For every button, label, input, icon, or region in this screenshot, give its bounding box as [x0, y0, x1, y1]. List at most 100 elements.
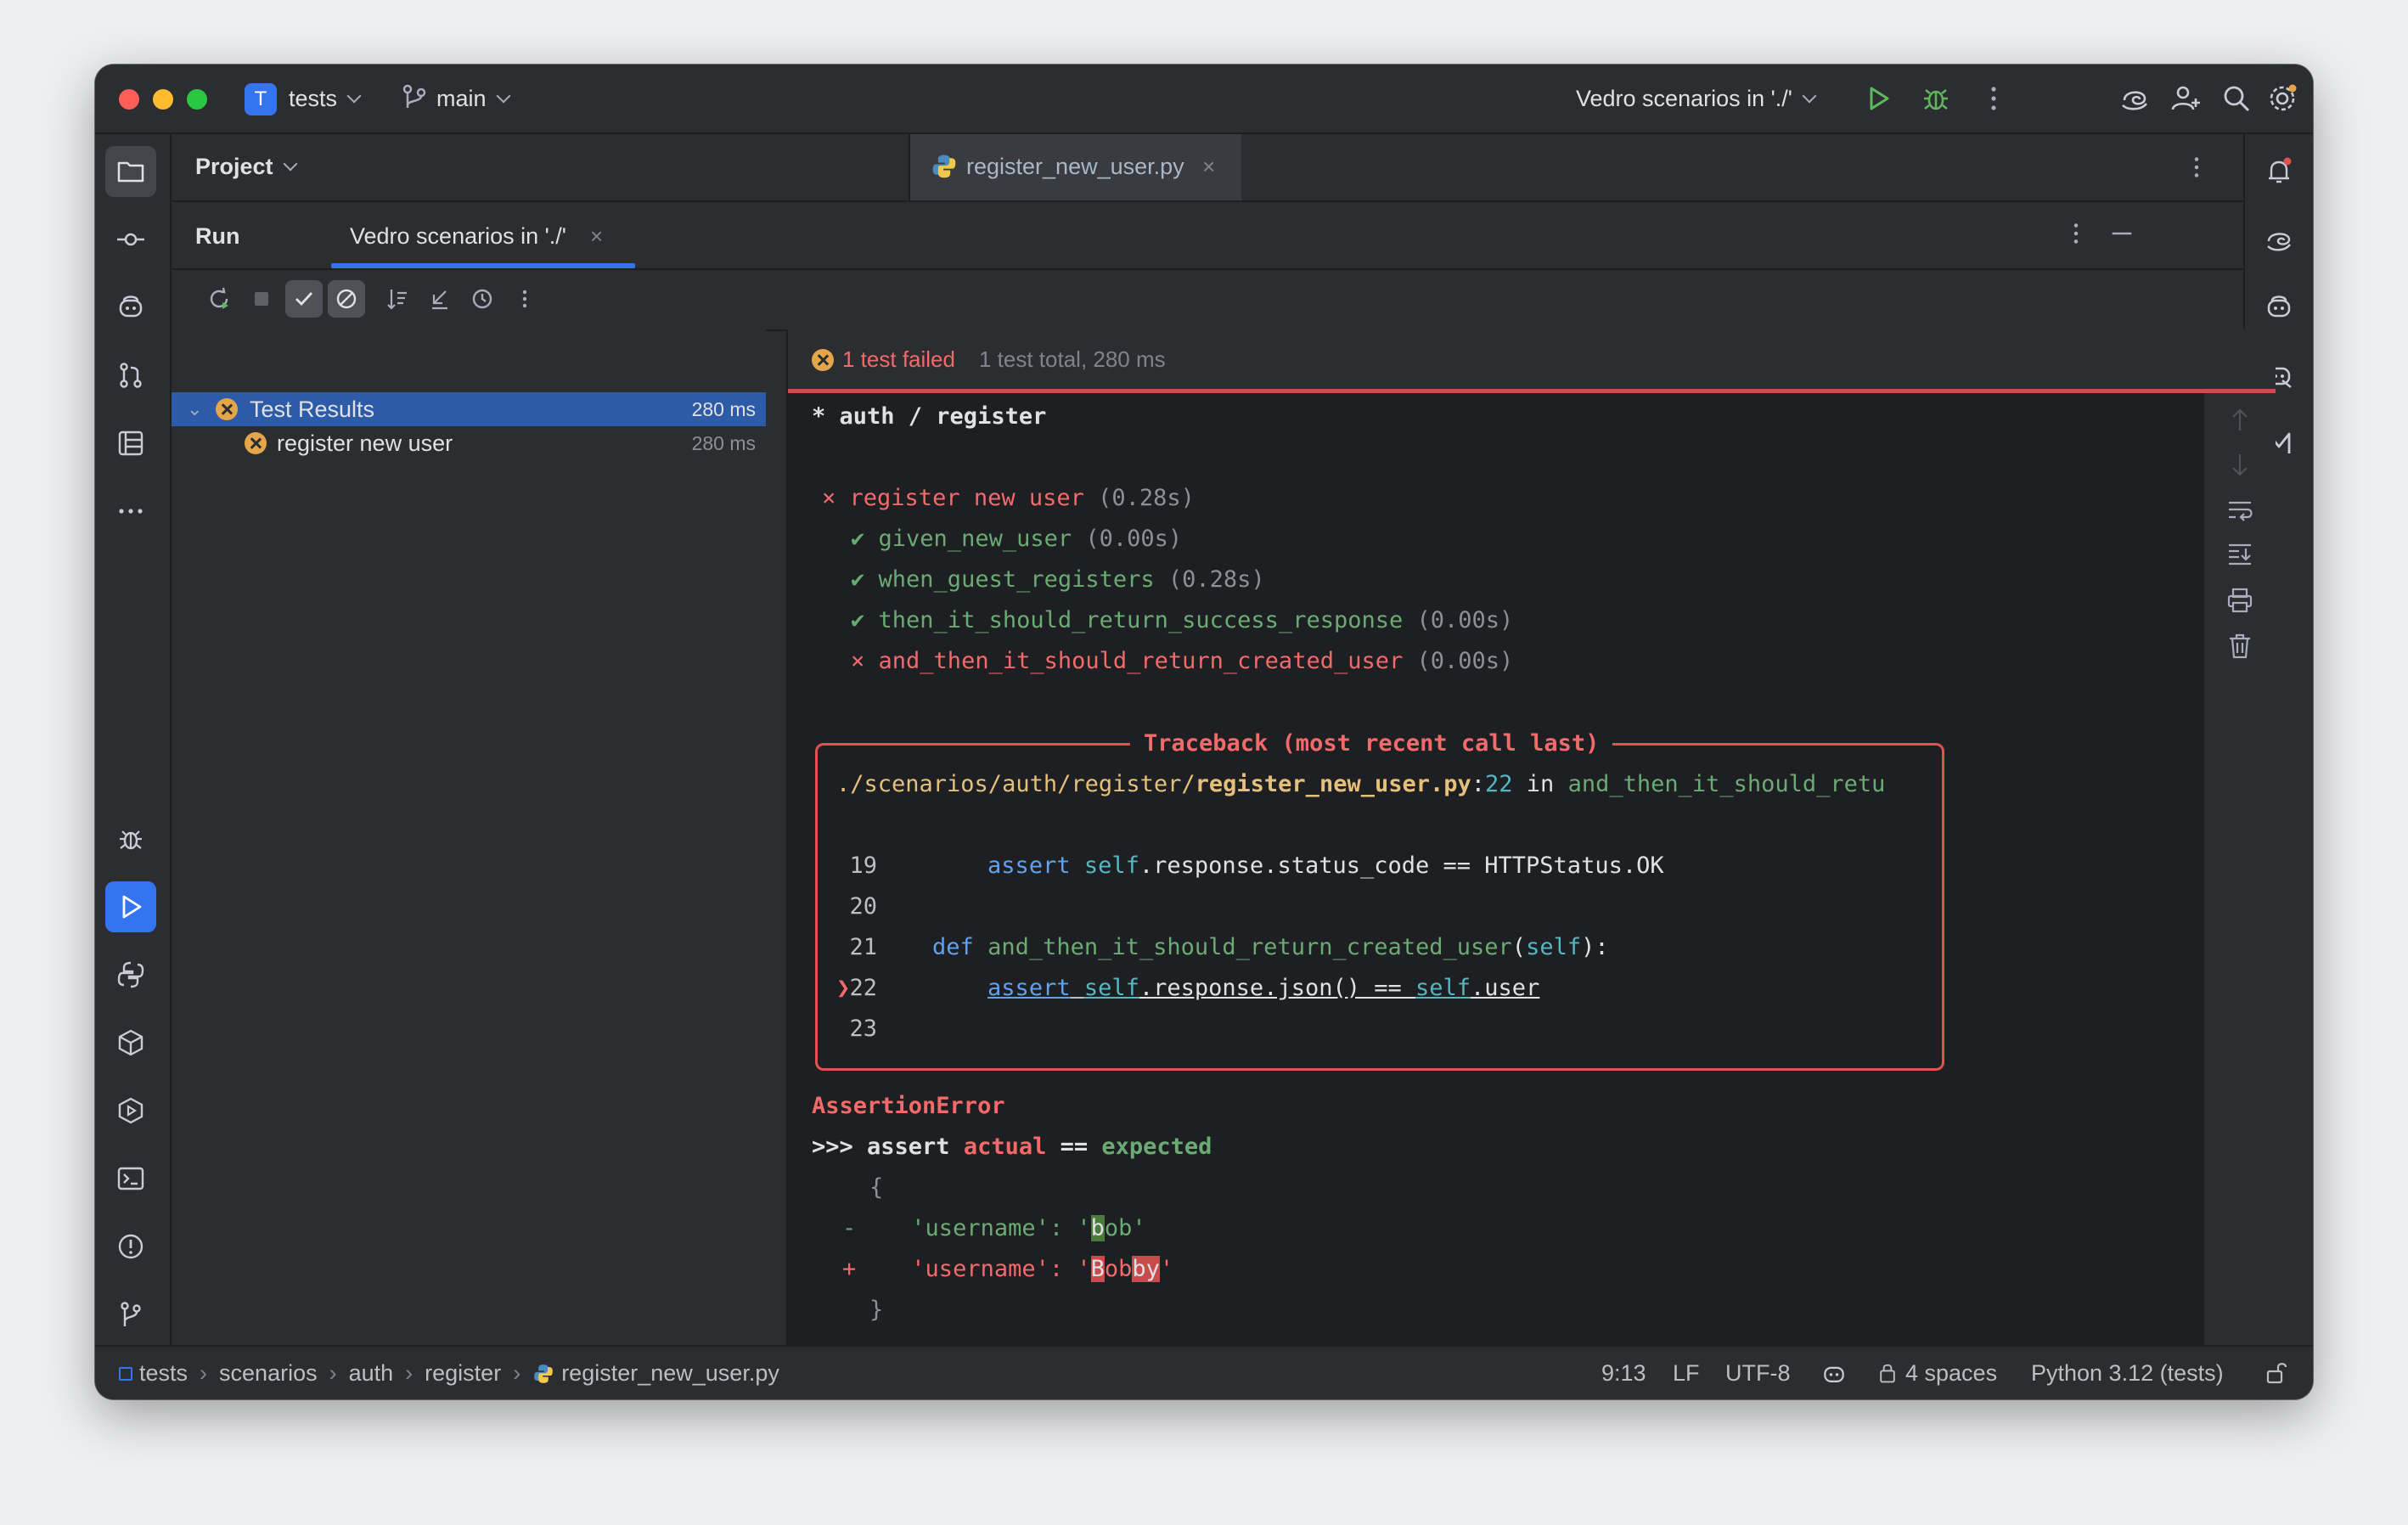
ide-window: T tests main Vedro scenarios in './' Pro…: [95, 65, 2313, 1399]
python-console-tool-button[interactable]: [105, 949, 156, 1000]
minimize-window-button[interactable]: [153, 89, 173, 110]
chevron-down-icon: [1802, 88, 1817, 104]
project-panel-title[interactable]: Project: [195, 149, 298, 183]
pull-requests-tool-button[interactable]: [105, 350, 156, 401]
tree-item-register-new-user[interactable]: register new user 280 ms: [172, 426, 766, 460]
commit-tool-button[interactable]: [105, 214, 156, 265]
terminal-tool-button[interactable]: [105, 1153, 156, 1204]
python-interpreter[interactable]: Python 3.12 (tests): [2031, 1355, 2224, 1391]
notifications-button[interactable]: [2253, 146, 2304, 197]
copilot-status-icon[interactable]: [1820, 1360, 1848, 1387]
problems-tool-button[interactable]: [105, 1221, 156, 1272]
unlock-icon[interactable]: [2264, 1360, 2289, 1386]
run-config-selector[interactable]: Vedro scenarios in './': [1576, 82, 1817, 115]
python-packages-tool-button[interactable]: [105, 1017, 156, 1068]
debug-icon[interactable]: [1919, 82, 1953, 115]
ai-chat-icon: [2267, 233, 2291, 251]
run-tool-button[interactable]: [105, 881, 156, 932]
tree-root-duration: 280 ms: [691, 398, 756, 420]
breadcrumb-item[interactable]: scenarios: [219, 1360, 318, 1386]
project-selector[interactable]: tests: [289, 82, 362, 115]
file-encoding[interactable]: UTF-8: [1725, 1355, 1791, 1391]
project-badge[interactable]: T: [245, 83, 277, 115]
tree-root-test-results[interactable]: ⌄ Test Results 280 ms: [172, 392, 766, 426]
more-horizontal-icon: [119, 509, 143, 514]
failed-status-icon: [245, 432, 267, 454]
more-vertical-icon[interactable]: [1977, 82, 2011, 115]
bell-icon: [2269, 157, 2292, 183]
sort-button[interactable]: [379, 280, 416, 318]
close-tab-icon[interactable]: ×: [590, 223, 603, 249]
traceback-title: Traceback (most recent call last): [1130, 723, 1613, 764]
soft-wrap-icon[interactable]: [2225, 495, 2255, 526]
close-tab-icon[interactable]: ×: [1202, 151, 1215, 182]
stop-button[interactable]: [243, 280, 280, 318]
run-icon[interactable]: [1861, 82, 1895, 115]
more-vertical-icon[interactable]: [2062, 219, 2090, 248]
rerun-button[interactable]: [200, 280, 238, 318]
settings-gear-icon[interactable]: [2265, 82, 2299, 115]
package-icon: [118, 1029, 143, 1056]
python-icon: [117, 961, 144, 988]
console-side-toolbar: [2204, 393, 2276, 1347]
zoom-window-button[interactable]: [187, 89, 207, 110]
scroll-to-end-icon[interactable]: [2225, 539, 2255, 570]
copilot-chat-button[interactable]: [2253, 282, 2304, 333]
services-tool-button[interactable]: [105, 1085, 156, 1136]
git-tool-button[interactable]: [105, 1289, 156, 1340]
traceback-path[interactable]: ./scenarios/auth/register/register_new_u…: [836, 764, 1940, 805]
checkmark-icon: [295, 292, 313, 307]
more-tools-button[interactable]: [105, 486, 156, 537]
console-output[interactable]: * auth / register × register new user (0…: [788, 393, 2276, 1347]
folder-icon: [117, 161, 144, 183]
arrow-up-icon[interactable]: [2225, 405, 2255, 436]
structure-tool-button[interactable]: [105, 418, 156, 469]
breadcrumb-item[interactable]: register_new_user.py: [561, 1360, 779, 1386]
python-file-icon: [932, 155, 956, 178]
ai-chat-button[interactable]: [2253, 214, 2304, 265]
chevron-down-icon[interactable]: ⌄: [187, 392, 202, 426]
test-results-tree: ⌄ Test Results 280 ms register new user …: [172, 329, 766, 1347]
copilot-tool-button[interactable]: [105, 282, 156, 333]
cursor-position[interactable]: 9:13: [1601, 1355, 1646, 1391]
services-icon: [118, 1097, 143, 1124]
arrow-down-icon[interactable]: [2225, 449, 2255, 480]
terminal-icon: [117, 1167, 144, 1190]
close-window-button[interactable]: [119, 89, 139, 110]
search-icon[interactable]: [2220, 82, 2253, 115]
breadcrumb: tests › scenarios › auth › register › register_n…: [119, 1355, 779, 1391]
debug-tool-button[interactable]: [105, 813, 156, 864]
trash-icon[interactable]: [2225, 631, 2255, 661]
show-ignored-toggle[interactable]: [328, 280, 365, 318]
line-ending[interactable]: LF: [1673, 1355, 1700, 1391]
branch-icon: [402, 84, 426, 108]
ignored-icon: [336, 289, 357, 309]
ai-assistant-icon[interactable]: [2118, 82, 2152, 115]
indent-setting[interactable]: 4 spaces: [1876, 1355, 1997, 1391]
history-button[interactable]: [464, 280, 501, 318]
minimize-panel-icon[interactable]: [2107, 219, 2136, 248]
module-icon: [119, 1367, 132, 1381]
tree-root-label: Test Results: [250, 397, 375, 422]
branch-name: main: [436, 86, 487, 111]
diff-line-removed: - 'username': 'bob': [842, 1215, 1146, 1241]
add-user-icon[interactable]: [2169, 82, 2203, 115]
project-tool-button[interactable]: [105, 146, 156, 197]
collapse-all-button[interactable]: [421, 280, 459, 318]
editor-tab[interactable]: register_new_user.py ×: [910, 134, 1241, 200]
branch-selector[interactable]: main: [436, 82, 511, 115]
print-icon[interactable]: [2225, 585, 2255, 616]
left-tool-stripe: [95, 134, 172, 1347]
more-vertical-icon[interactable]: [2182, 153, 2211, 182]
copilot-icon: [2267, 295, 2291, 318]
breadcrumb-item[interactable]: tests: [139, 1360, 188, 1386]
more-options-button[interactable]: [506, 280, 543, 318]
breadcrumb-item[interactable]: auth: [349, 1360, 394, 1386]
breadcrumb-item[interactable]: register: [425, 1360, 501, 1386]
run-config-name: Vedro scenarios in './': [1576, 86, 1792, 111]
console-panel: 1 test failed 1 test total, 280 ms * auth…: [786, 329, 2276, 1347]
show-passed-toggle[interactable]: [285, 280, 323, 318]
traceback-box: Traceback (most recent call last) ./scen…: [815, 723, 1944, 1071]
code-line-23: 23: [849, 1016, 877, 1042]
run-config-tab[interactable]: Vedro scenarios in './' ×: [350, 219, 603, 253]
